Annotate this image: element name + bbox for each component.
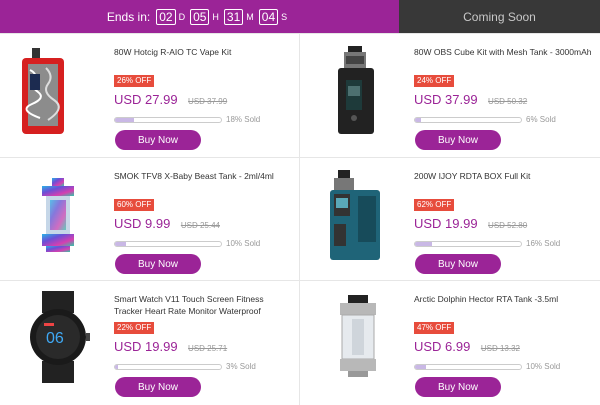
buy-now-button[interactable]: Buy Now	[115, 254, 201, 274]
original-price: USD 50.32	[488, 97, 528, 106]
product-info: 200W IJOY RDTA BOX Full Kit 62% OFF USD …	[414, 170, 594, 248]
sale-price: USD 19.99	[414, 216, 478, 231]
tank-rainbow-icon[interactable]	[8, 164, 108, 264]
vape-cube-black-icon[interactable]	[308, 40, 408, 140]
product-card: 06 Smart Watch V11 Touch Screen Fitness …	[0, 281, 299, 403]
countdown-seconds: 04	[258, 8, 279, 25]
product-card: SMOK TFV8 X-Baby Beast Tank - 2ml/4ml 60…	[0, 158, 299, 280]
sold-label: 18% Sold	[226, 115, 261, 124]
buy-now-button[interactable]: Buy Now	[415, 377, 501, 397]
sale-price: USD 6.99	[414, 339, 471, 354]
product-card: 80W Hotcig R-AIO TC Vape Kit 26% OFF USD…	[0, 34, 299, 156]
sold-progress-bar	[414, 363, 522, 370]
sold-progress: 18% Sold	[114, 115, 294, 124]
sold-progress: 16% Sold	[414, 239, 594, 248]
product-info: SMOK TFV8 X-Baby Beast Tank - 2ml/4ml 60…	[114, 170, 294, 248]
price-row: USD 6.99 USD 13.32	[414, 338, 594, 356]
sold-progress: 6% Sold	[414, 115, 594, 124]
sold-progress-fill	[415, 117, 422, 122]
sold-progress-fill	[415, 364, 426, 369]
sold-progress-fill	[115, 241, 126, 246]
product-info: 80W Hotcig R-AIO TC Vape Kit 26% OFF USD…	[114, 46, 294, 124]
sold-progress: 10% Sold	[414, 362, 594, 371]
product-card: 80W OBS Cube Kit with Mesh Tank - 3000mA…	[300, 34, 599, 156]
coming-soon-label: Coming Soon	[463, 9, 536, 24]
countdown-hours-unit: H	[212, 11, 219, 22]
sold-progress-bar	[414, 116, 522, 123]
tab-ends-in[interactable]: Ends in: 02 D 05 H 31 M 04 S	[0, 0, 399, 33]
product-card: 200W IJOY RDTA BOX Full Kit 62% OFF USD …	[300, 158, 599, 280]
buy-now-button[interactable]: Buy Now	[115, 377, 201, 397]
original-price: USD 37.99	[188, 97, 228, 106]
countdown-days: 02	[156, 8, 176, 25]
countdown-hours: 05	[190, 8, 210, 25]
sold-label: 6% Sold	[526, 115, 556, 124]
price-row: USD 27.99 USD 37.99	[114, 91, 294, 109]
sold-label: 16% Sold	[526, 239, 561, 248]
sold-progress-bar	[114, 116, 222, 123]
product-info: Arctic Dolphin Hector RTA Tank -3.5ml 47…	[414, 293, 594, 371]
countdown-seconds-unit: S	[281, 11, 288, 22]
discount-badge: 26% OFF	[114, 75, 155, 87]
sold-progress: 3% Sold	[114, 362, 294, 371]
product-title[interactable]: 80W OBS Cube Kit with Mesh Tank - 3000mA…	[414, 46, 594, 70]
original-price: USD 52.80	[488, 221, 528, 230]
sold-label: 10% Sold	[226, 239, 261, 248]
price-row: USD 37.99 USD 50.32	[414, 91, 594, 109]
product-info: 80W OBS Cube Kit with Mesh Tank - 3000mA…	[414, 46, 594, 124]
flash-sale-header: Ends in: 02 D 05 H 31 M 04 S Coming Soon	[0, 0, 600, 33]
svg-text:06: 06	[46, 330, 64, 347]
sale-price: USD 19.99	[114, 339, 178, 354]
discount-badge: 62% OFF	[414, 199, 455, 211]
sold-progress-fill	[415, 241, 432, 246]
rta-tank-silver-icon[interactable]	[308, 287, 408, 387]
buy-now-button[interactable]: Buy Now	[415, 254, 501, 274]
price-row: USD 19.99 USD 52.80	[414, 215, 594, 233]
original-price: USD 25.44	[180, 221, 220, 230]
product-info: Smart Watch V11 Touch Screen Fitness Tra…	[114, 293, 294, 371]
product-grid: 80W Hotcig R-AIO TC Vape Kit 26% OFF USD…	[0, 33, 600, 405]
sold-progress-bar	[114, 363, 222, 370]
sold-label: 10% Sold	[526, 362, 561, 371]
original-price: USD 13.32	[480, 344, 520, 353]
sold-progress-fill	[115, 364, 119, 369]
buy-now-button[interactable]: Buy Now	[115, 130, 201, 150]
product-title[interactable]: SMOK TFV8 X-Baby Beast Tank - 2ml/4ml	[114, 170, 294, 194]
sold-label: 3% Sold	[226, 362, 256, 371]
sale-price: USD 27.99	[114, 92, 178, 107]
sold-progress-bar	[114, 240, 222, 247]
sale-price: USD 37.99	[414, 92, 478, 107]
box-mod-teal-icon[interactable]	[308, 164, 408, 264]
countdown-days-unit: D	[178, 11, 186, 22]
countdown-label: Ends in:	[106, 9, 151, 24]
sold-progress-fill	[115, 117, 135, 122]
buy-now-button[interactable]: Buy Now	[415, 130, 501, 150]
product-title[interactable]: 80W Hotcig R-AIO TC Vape Kit	[114, 46, 294, 70]
sale-price: USD 9.99	[114, 216, 171, 231]
discount-badge: 47% OFF	[414, 322, 455, 334]
product-title[interactable]: Smart Watch V11 Touch Screen Fitness Tra…	[114, 293, 294, 317]
price-row: USD 9.99 USD 25.44	[114, 215, 294, 233]
tab-coming-soon[interactable]: Coming Soon	[399, 0, 600, 33]
smartwatch-icon[interactable]: 06	[8, 287, 108, 387]
product-title[interactable]: 200W IJOY RDTA BOX Full Kit	[414, 170, 594, 194]
sold-progress: 10% Sold	[114, 239, 294, 248]
countdown-minutes: 31	[223, 8, 244, 25]
discount-badge: 22% OFF	[114, 322, 155, 334]
price-row: USD 19.99 USD 25.71	[114, 338, 294, 356]
countdown-minutes-unit: M	[246, 11, 254, 22]
discount-badge: 60% OFF	[114, 199, 155, 211]
original-price: USD 25.71	[188, 344, 228, 353]
discount-badge: 24% OFF	[414, 75, 455, 87]
product-card: Arctic Dolphin Hector RTA Tank -3.5ml 47…	[300, 281, 599, 403]
sold-progress-bar	[414, 240, 522, 247]
product-title[interactable]: Arctic Dolphin Hector RTA Tank -3.5ml	[414, 293, 594, 317]
vape-mod-red-icon[interactable]	[8, 40, 108, 140]
